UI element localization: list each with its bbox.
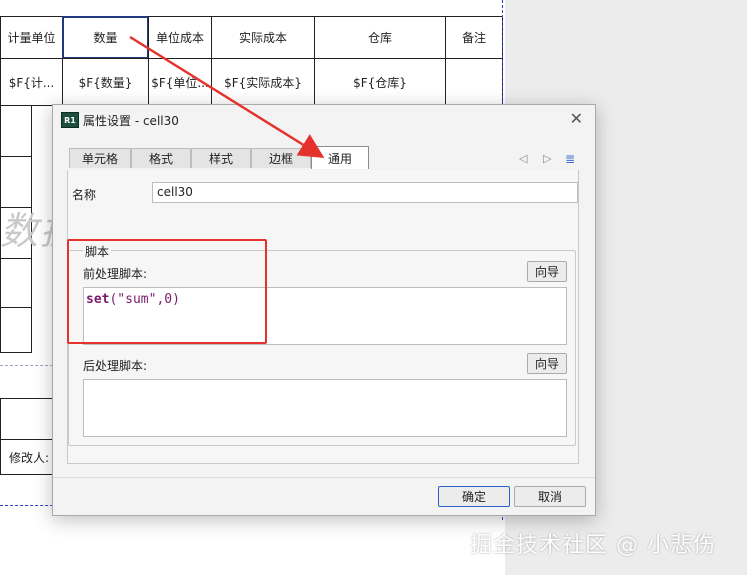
source-watermark: 掘金技术社区 @ 小悲伤 [470, 533, 716, 558]
annotation-arrow [129, 35, 325, 158]
